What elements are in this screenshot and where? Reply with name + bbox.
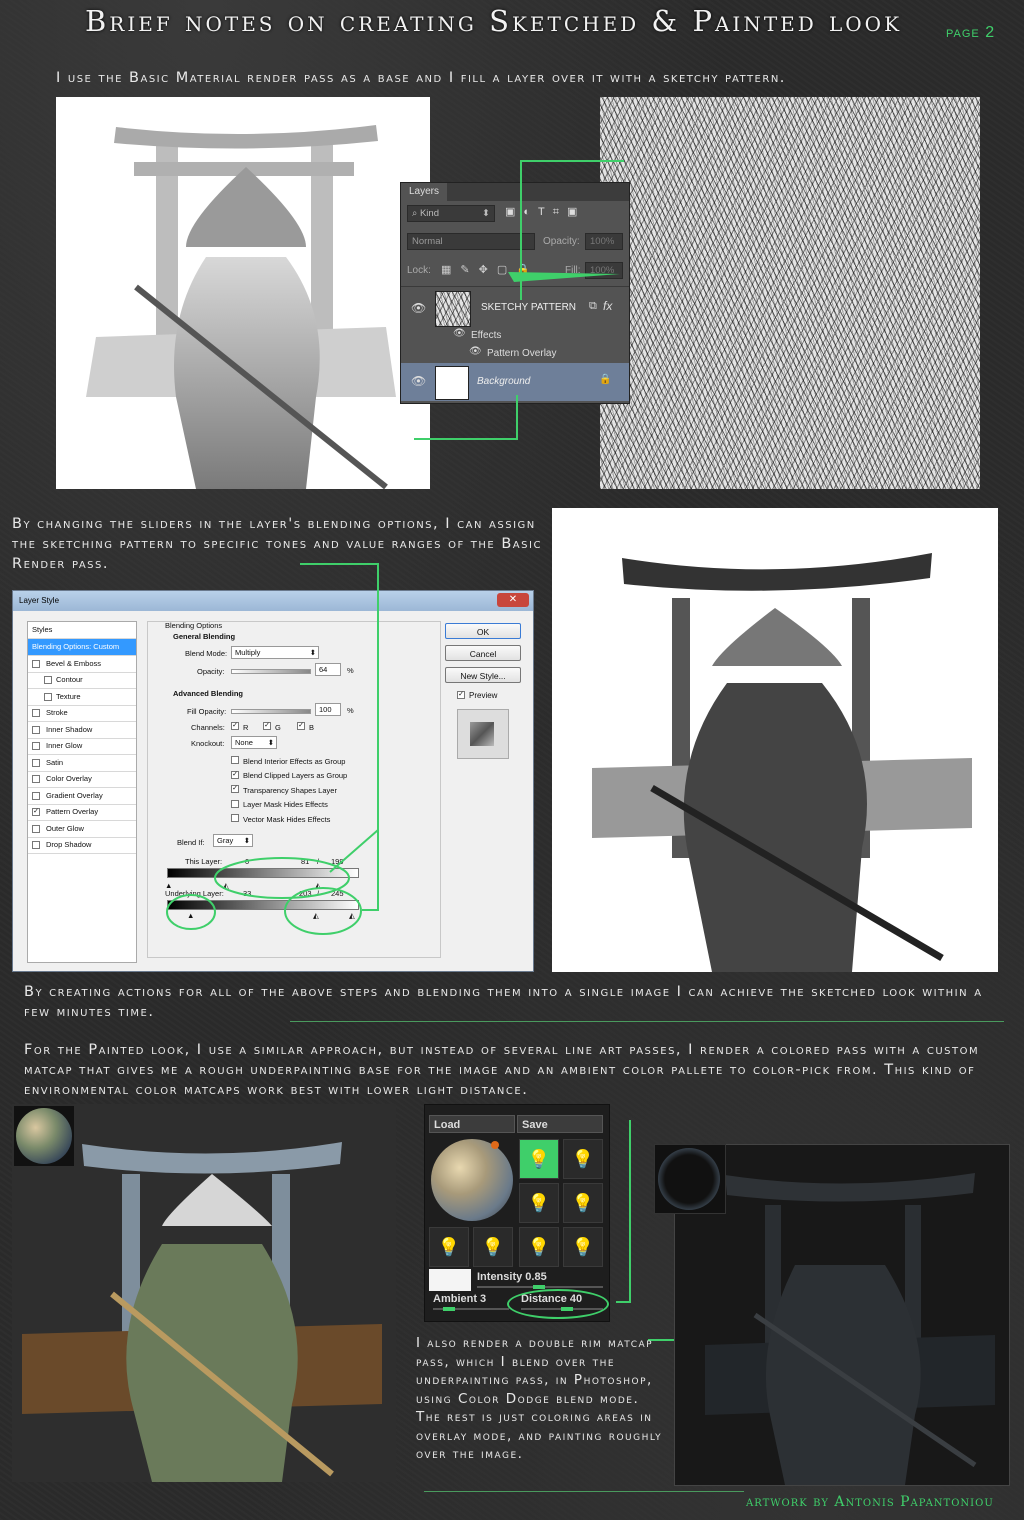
light-bulb-icon[interactable]: 💡	[519, 1183, 559, 1223]
save-button[interactable]: Save	[517, 1115, 603, 1133]
rim-matcap-sphere	[658, 1148, 720, 1210]
arrow-head	[508, 272, 620, 282]
painted-result-image	[12, 1104, 396, 1482]
light-position-dot[interactable]	[491, 1141, 499, 1149]
highlight-circle	[166, 894, 216, 930]
intensity-handle[interactable]	[533, 1285, 545, 1289]
highlight-circle	[214, 857, 350, 899]
light-bulb-icon[interactable]: 💡	[563, 1139, 603, 1179]
intensity-slider[interactable]	[477, 1285, 603, 1289]
light-color-swatch[interactable]	[429, 1269, 471, 1291]
rim-matcap-paragraph: I also render a double rim matcap pass, …	[416, 1335, 663, 1462]
ambient-slider[interactable]	[433, 1307, 509, 1311]
matcap-sphere	[16, 1108, 72, 1164]
matcap-thumbnail	[14, 1106, 74, 1166]
light-bulb-icon[interactable]: 💡	[429, 1227, 469, 1267]
light-bulb-icon[interactable]: 💡	[563, 1227, 603, 1267]
highlight-circle	[284, 887, 362, 935]
matcap-preview-sphere[interactable]	[431, 1139, 513, 1221]
ambient-slider-label[interactable]: Ambient 3	[433, 1293, 486, 1305]
highlight-circle	[507, 1289, 609, 1319]
light-bulb-icon[interactable]: 💡	[473, 1227, 513, 1267]
arrow-line	[329, 829, 379, 873]
light-bulb-icon-active[interactable]: 💡	[519, 1139, 559, 1179]
arrow-line	[616, 1120, 631, 1303]
actions-paragraph: By creating actions for all of the above…	[24, 984, 983, 1020]
rim-matcap-thumbnail	[654, 1144, 726, 1214]
light-bulb-icon[interactable]: 💡	[563, 1183, 603, 1223]
load-button[interactable]: Load	[429, 1115, 515, 1133]
divider	[424, 1491, 744, 1492]
arrow-line	[300, 563, 379, 911]
ambient-handle[interactable]	[443, 1307, 455, 1311]
zbrush-material-panel: Load Save 💡 💡 💡 💡 💡 💡 💡 💡 Intensity 0.85…	[424, 1104, 610, 1322]
painted-look-paragraph: For the Painted look, I use a similar ap…	[24, 1042, 980, 1098]
artwork-credit: artwork by Antonis Papantoniou	[746, 1494, 994, 1510]
light-bulb-icon[interactable]: 💡	[519, 1227, 559, 1267]
intensity-slider-label[interactable]: Intensity 0.85	[477, 1271, 547, 1283]
divider	[290, 1021, 1004, 1022]
